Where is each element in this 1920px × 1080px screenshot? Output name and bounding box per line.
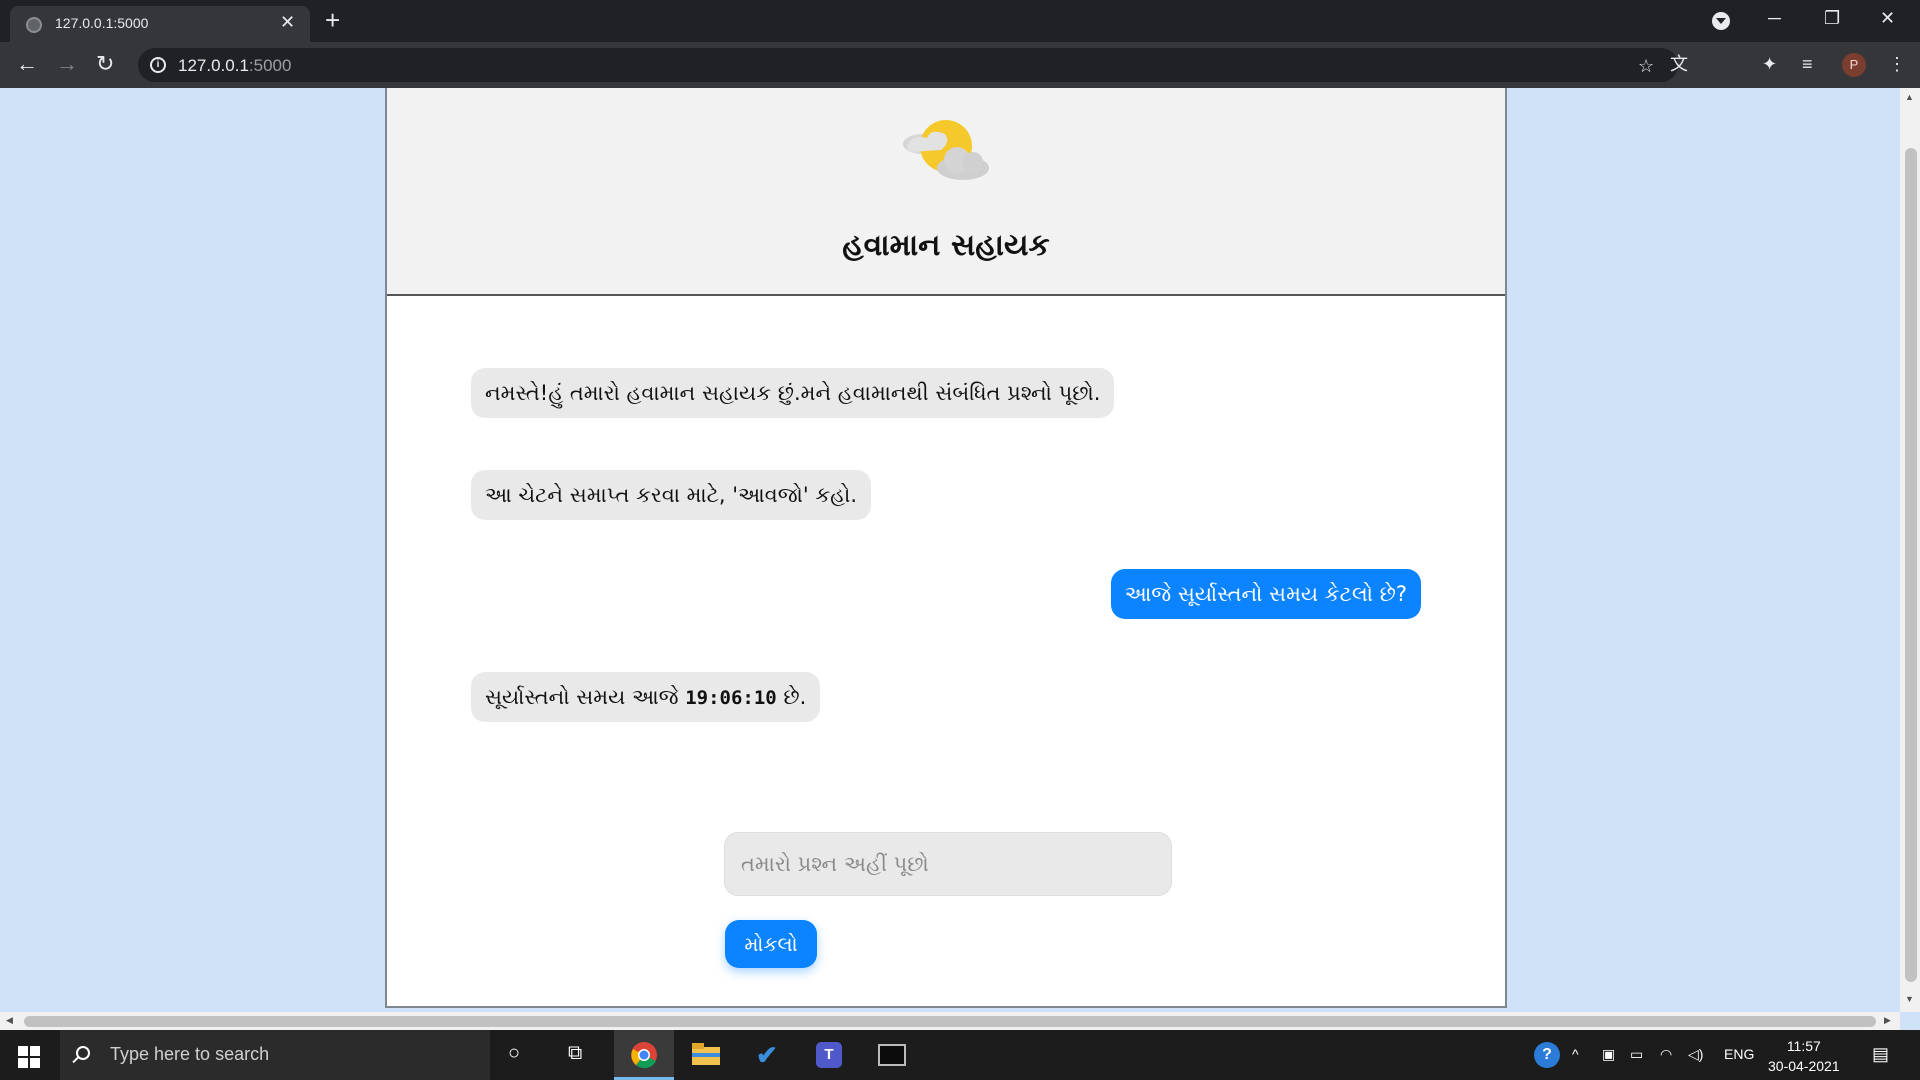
- chat-header: હવામાન સહાયક: [387, 88, 1505, 296]
- windows-start-icon[interactable]: [18, 1046, 40, 1068]
- chrome-taskbar-icon[interactable]: [614, 1030, 674, 1080]
- bot-message: સૂર્યાસ્તનો સમય આજે 19:06:10 છે.: [471, 672, 821, 722]
- folder-icon: [692, 1043, 720, 1065]
- clock-date: 30-04-2021: [1768, 1058, 1840, 1074]
- vertical-scrollbar[interactable]: ▲ ▼: [1900, 88, 1920, 1012]
- todo-taskbar-icon[interactable]: ✔: [738, 1030, 798, 1080]
- browser-toolbar: ← → ↻ i 127.0.0.1:5000 ☆ 文 ✦ ≡ P ⋮: [0, 42, 1920, 88]
- clock-time: 11:57: [1786, 1038, 1821, 1054]
- address-bar[interactable]: i 127.0.0.1:5000 ☆: [138, 48, 1678, 82]
- info-icon[interactable]: i: [150, 57, 166, 73]
- partly-cloudy-icon: [903, 120, 989, 180]
- chevron-up-icon[interactable]: ^: [1572, 1046, 1579, 1062]
- menu-icon[interactable]: ⋮: [1888, 53, 1906, 75]
- page-viewport: હવામાન સહાયક નમસ્તે!હું તમારો હવામાન સહા…: [0, 88, 1900, 1012]
- taskbar-search-placeholder: Type here to search: [110, 1044, 270, 1064]
- restore-icon[interactable]: ❐: [1824, 8, 1840, 29]
- task-view-icon[interactable]: ⧉: [568, 1042, 582, 1065]
- file-explorer-taskbar-icon[interactable]: [676, 1030, 736, 1080]
- teams-icon: T: [816, 1042, 842, 1068]
- extensions-icon[interactable]: ✦: [1762, 53, 1777, 75]
- page-title: હવામાન સહાયક: [842, 228, 1050, 263]
- globe-icon: [26, 17, 42, 33]
- bot-message: આ ચેટને સમાપ્ત કરવા માટે, 'આવજો' કહો.: [471, 470, 872, 520]
- bot-message: નમસ્તે!હું તમારો હવામાન સહાયક છું.મને હવ…: [471, 368, 1115, 418]
- browser-tab[interactable]: 127.0.0.1:5000 ✕: [10, 6, 310, 42]
- chrome-icon: [631, 1042, 657, 1069]
- search-icon: [76, 1046, 90, 1060]
- horizontal-scroll-thumb[interactable]: [24, 1016, 1876, 1027]
- meet-now-icon[interactable]: ▣: [1602, 1046, 1615, 1063]
- language-indicator[interactable]: ENG: [1724, 1046, 1754, 1062]
- sunset-time: 19:06:10: [685, 687, 777, 709]
- profile-avatar[interactable]: P: [1842, 53, 1866, 77]
- tab-search-icon[interactable]: [1712, 12, 1730, 30]
- reload-icon[interactable]: ↻: [96, 52, 114, 76]
- terminal-taskbar-icon[interactable]: [862, 1030, 922, 1080]
- close-tab-icon[interactable]: ✕: [280, 13, 295, 31]
- chat-card: હવામાન સહાયક નમસ્તે!હું તમારો હવામાન સહા…: [385, 88, 1507, 1008]
- checkmark-icon: ✔: [756, 1040, 778, 1070]
- taskbar-search[interactable]: Type here to search: [60, 1030, 490, 1080]
- user-message: આજે સૂર્યાસ્તનો સમય કેટલો છે?: [1110, 569, 1421, 619]
- volume-icon[interactable]: ◁): [1688, 1046, 1703, 1063]
- tab-title: 127.0.0.1:5000: [55, 15, 149, 31]
- cortana-icon[interactable]: ○: [508, 1042, 520, 1065]
- url-text[interactable]: 127.0.0.1:5000: [178, 56, 291, 76]
- close-window-icon[interactable]: ✕: [1880, 8, 1895, 29]
- taskbar-clock[interactable]: 11:57 30-04-2021: [1768, 1036, 1840, 1076]
- media-icon[interactable]: ≡: [1802, 53, 1813, 75]
- browser-tab-strip: 127.0.0.1:5000 ✕ + ─ ❐ ✕: [0, 0, 1920, 42]
- vertical-scroll-thumb[interactable]: [1905, 148, 1917, 982]
- back-icon[interactable]: ←: [16, 52, 38, 76]
- question-input[interactable]: [724, 832, 1172, 896]
- send-button[interactable]: મોકલો: [725, 920, 817, 968]
- terminal-icon: [878, 1044, 906, 1066]
- new-tab-button[interactable]: +: [325, 7, 340, 33]
- windows-taskbar: Type here to search ○ ⧉ ✔ T ? ^ ▣ ▭ ◠ ◁)…: [0, 1030, 1920, 1080]
- teams-taskbar-icon[interactable]: T: [800, 1030, 860, 1080]
- help-icon[interactable]: ?: [1534, 1042, 1560, 1068]
- scroll-left-icon[interactable]: ◀: [6, 1015, 13, 1026]
- wifi-icon[interactable]: ◠: [1660, 1046, 1672, 1063]
- scroll-up-icon[interactable]: ▲: [1905, 92, 1914, 102]
- notifications-icon[interactable]: ▤: [1872, 1044, 1889, 1065]
- scroll-right-icon[interactable]: ▶: [1884, 1015, 1891, 1026]
- star-icon[interactable]: ☆: [1638, 55, 1654, 77]
- scroll-down-icon[interactable]: ▼: [1905, 994, 1914, 1004]
- horizontal-scrollbar[interactable]: ◀ ▶: [0, 1012, 1900, 1030]
- translate-icon[interactable]: 文: [1670, 53, 1688, 75]
- minimize-icon[interactable]: ─: [1768, 8, 1781, 29]
- battery-icon[interactable]: ▭: [1630, 1046, 1643, 1063]
- forward-icon[interactable]: →: [56, 52, 78, 76]
